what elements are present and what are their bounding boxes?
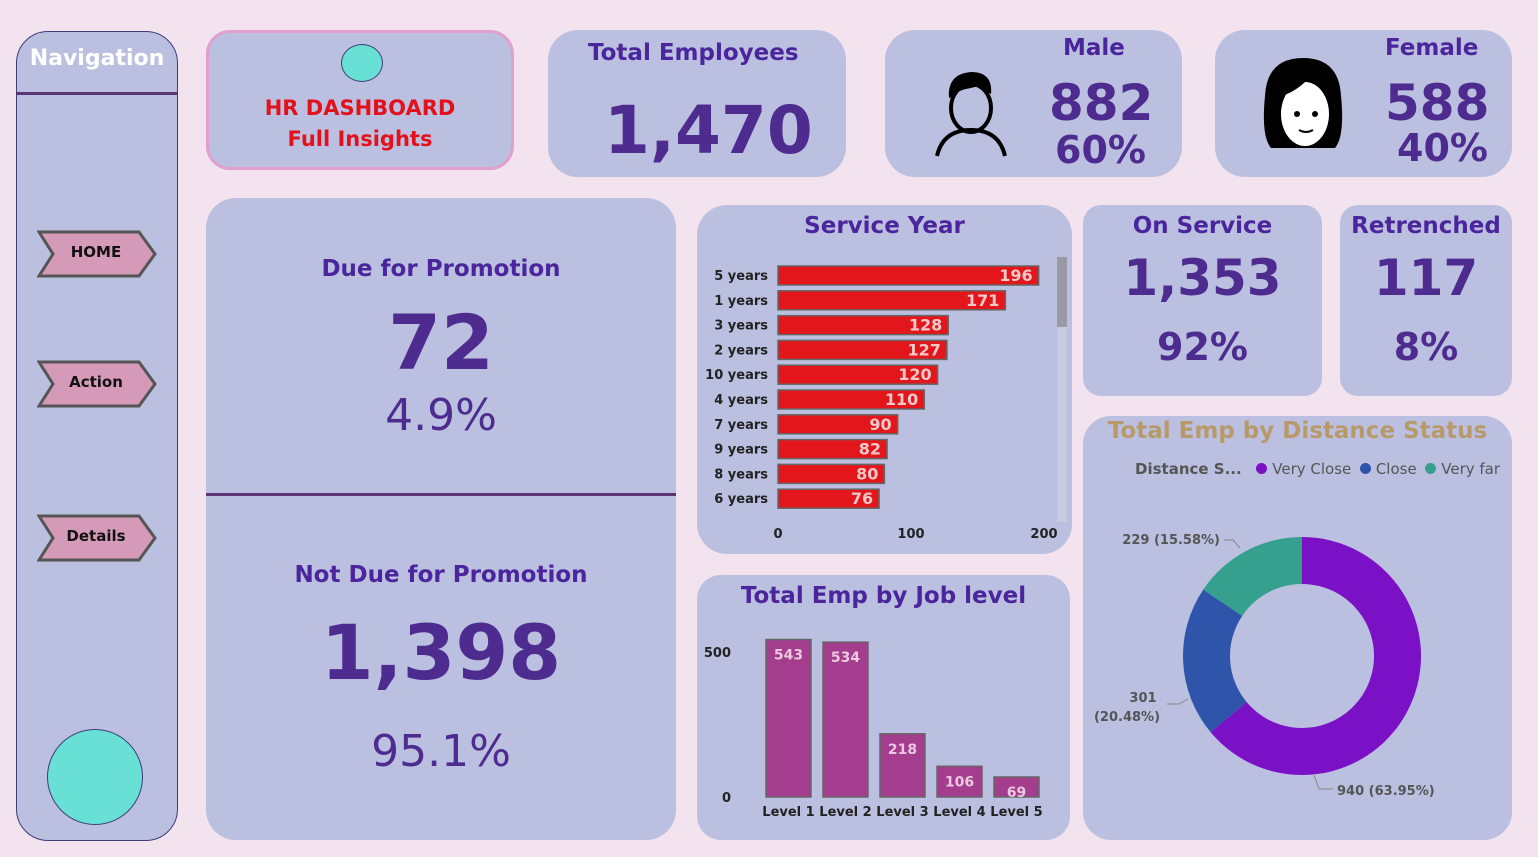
retrenched-card: Retrenched 117 8% [1340,205,1512,396]
on-service-value: 1,353 [1123,249,1282,307]
total-employees-card: Total Employees 1,470 [548,30,846,177]
action-button[interactable]: Action [37,360,157,408]
donut-label-close-percent: (20.48%) [1094,710,1160,725]
navigation-divider [17,92,177,95]
not-due-promotion-value: 1,398 [320,608,562,697]
due-promotion-value: 72 [388,298,494,387]
service-year-x-tick: 200 [1030,527,1057,542]
nav-circle-shape [47,729,143,825]
service-year-value-label: 80 [856,464,878,483]
service-year-value-label: 127 [908,340,941,359]
donut-label-very-close: 940 (63.95%) [1337,784,1435,799]
service-year-category-label: 10 years [705,368,768,383]
service-year-category-label: 9 years [714,443,768,458]
not-due-promotion-percent: 95.1% [371,726,511,777]
donut-label-very-far: 229 (15.58%) [1122,533,1220,548]
job-level-card: Total Emp by Job level 0 500 543 Level 1 534… [697,575,1070,840]
female-label: Female [1385,35,1479,61]
on-service-percent: 92% [1157,325,1248,369]
job-level-category-label: Level 4 [933,805,985,820]
leader-line-very-close [1313,774,1333,790]
service-year-value-label: 171 [966,291,999,310]
retrenched-value: 117 [1373,249,1479,307]
service-year-category-label: 8 years [714,467,768,482]
donut-label-close-count: 301 [1129,691,1156,706]
male-card: Male 882 60% [885,30,1182,177]
details-button-label: Details [66,527,126,545]
home-button-label: HOME [70,243,122,261]
service-year-category-label: 5 years [714,269,768,284]
service-year-scroll-thumb[interactable] [1057,257,1067,327]
retrenched-percent: 8% [1393,325,1459,369]
service-year-category-label: 4 years [714,393,768,408]
header-circle-shape [341,44,383,82]
job-level-value-label: 69 [1007,785,1026,801]
total-employees-label: Total Employees [588,40,799,66]
promotion-card: Due for Promotion 72 4.9% Not Due for Pr… [206,198,676,840]
service-year-value-label: 82 [859,440,881,459]
service-year-category-label: 1 years [714,294,768,309]
service-year-category-label: 3 years [714,319,768,334]
female-avatar-icon [1263,58,1343,148]
job-level-category-label: Level 1 [762,805,814,820]
service-year-value-label: 196 [999,266,1032,285]
navigation-title: Navigation [29,46,165,71]
due-promotion-percent: 4.9% [385,390,497,441]
job-level-value-label: 534 [831,650,860,666]
on-service-label: On Service [1132,213,1273,239]
navigation-panel: Navigation HOME Action Details [16,31,178,841]
details-button[interactable]: Details [37,514,157,562]
service-year-x-tick: 100 [897,527,924,542]
male-value: 882 [1049,74,1154,132]
not-due-promotion-label: Not Due for Promotion [294,562,588,588]
service-year-value-label: 110 [885,390,918,409]
dashboard-title: HR DASHBOARD Full Insights [209,93,511,155]
dashboard-title-line2: Full Insights [287,127,433,151]
service-year-value-label: 90 [869,415,891,434]
action-button-label: Action [69,373,123,391]
distance-donut-chart: 940 (63.95%) 301 (20.48%) 229 (15.58%) [1094,533,1435,799]
total-employees-value: 1,470 [604,92,813,169]
job-level-value-label: 543 [774,648,803,664]
dashboard-title-line1: HR DASHBOARD [264,96,456,120]
job-level-category-label: Level 2 [819,805,871,820]
leader-line-close [1167,698,1189,705]
male-label: Male [1063,35,1125,61]
job-level-y-tick: 0 [722,791,731,806]
job-level-category-label: Level 5 [990,805,1042,820]
male-percent: 60% [1055,128,1146,172]
service-year-x-tick: 0 [773,527,782,542]
job-level-chart: 0 500 543 Level 1 534 Level 2 218 Level 3 106 Lev… [704,638,1043,820]
leader-line-very-far [1224,539,1241,549]
on-service-card: On Service 1,353 92% [1083,205,1322,396]
service-year-category-label: 6 years [714,492,768,507]
female-percent: 40% [1397,126,1488,170]
female-value: 588 [1385,74,1490,132]
service-year-chart: 5 years 196 1 years 171 3 years 128 2 years 127… [705,265,1058,542]
service-year-card: Service Year 5 years 196 1 years 171 3 years… [697,205,1072,554]
job-level-value-label: 218 [888,742,917,758]
distance-card: Total Emp by Distance Status Distance S.… [1083,416,1512,840]
service-year-category-label: 2 years [714,343,768,358]
service-year-scrollbar[interactable] [1057,257,1067,522]
job-level-y-tick: 500 [704,646,731,661]
service-year-value-label: 76 [851,489,873,508]
female-card: Female 588 40% [1215,30,1512,177]
service-year-value-label: 120 [898,365,931,384]
service-year-category-label: 7 years [714,418,768,433]
job-level-value-label: 106 [945,774,974,790]
male-avatar-icon [935,72,1007,157]
service-year-value-label: 128 [909,316,942,335]
due-promotion-label: Due for Promotion [321,256,561,282]
home-button[interactable]: HOME [37,230,157,278]
promotion-divider [206,493,676,496]
job-level-category-label: Level 3 [876,805,928,820]
dashboard-header: HR DASHBOARD Full Insights [206,30,514,170]
retrenched-label: Retrenched [1351,213,1501,239]
